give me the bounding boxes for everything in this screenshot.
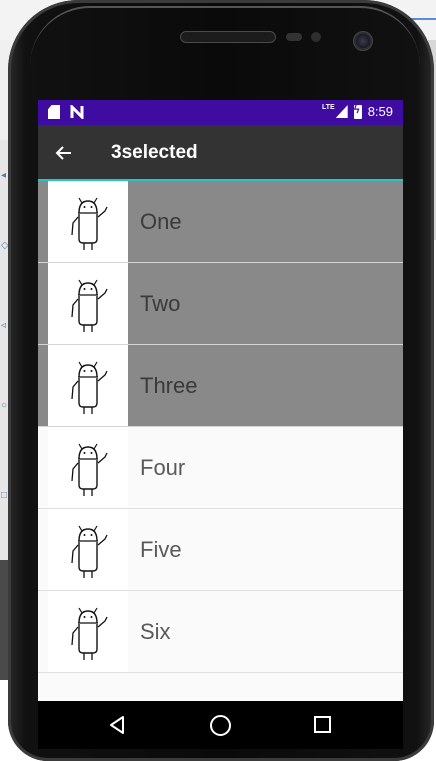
status-bar: LTE 8:59: [38, 100, 403, 125]
toolbar-glyph-icon: ○: [1, 400, 8, 411]
list-item[interactable]: Six: [38, 591, 403, 673]
list-item-label: Four: [140, 455, 186, 480]
list-item[interactable]: Two: [38, 263, 403, 345]
arrow-left-icon: [55, 146, 71, 160]
list-item[interactable]: Five: [38, 509, 403, 591]
android-robot-icon: [71, 525, 108, 578]
status-time: 8:59: [367, 104, 393, 119]
item-thumbnail: [48, 345, 128, 426]
device-screen: LTE 8:59 3selected One: [38, 100, 403, 749]
toolbar-glyph-icon: ◃: [1, 320, 7, 331]
list-item[interactable]: Three: [38, 345, 403, 427]
item-thumbnail: [48, 263, 128, 344]
sd-card-icon: [48, 105, 60, 119]
back-button[interactable]: [52, 141, 76, 165]
signal-icon: [335, 105, 348, 118]
list-item-label: Five: [140, 537, 182, 562]
n-notification-icon: [70, 105, 84, 119]
recents-square-icon[interactable]: [314, 716, 331, 733]
list-item-label: Two: [140, 291, 181, 316]
battery-charging-icon: [353, 104, 362, 119]
light-sensor: [311, 32, 321, 42]
toolbar-glyph-icon: ◂: [1, 170, 7, 181]
home-circle-icon[interactable]: [210, 715, 231, 736]
list-item[interactable]: One: [38, 181, 403, 263]
android-robot-icon: [71, 361, 108, 414]
toolbar-glyph-icon: □: [1, 490, 8, 501]
item-thumbnail: [48, 427, 128, 508]
action-mode-bar: 3selected: [38, 125, 403, 181]
list-item-label: One: [140, 209, 182, 234]
list-item-label: Six: [140, 619, 171, 644]
system-navigation-bar: [38, 701, 403, 749]
item-thumbnail: [48, 181, 128, 262]
android-robot-icon: [71, 279, 108, 332]
android-robot-icon: [71, 443, 108, 496]
item-thumbnail: [48, 509, 128, 590]
list-item[interactable]: Four: [38, 427, 403, 509]
proximity-sensor: [286, 33, 302, 41]
back-triangle-icon[interactable]: [108, 715, 126, 735]
item-thumbnail: [48, 591, 128, 672]
network-type-label: LTE: [321, 104, 335, 111]
selection-count-title: 3selected: [111, 142, 198, 163]
android-robot-icon: [71, 197, 108, 250]
earpiece-speaker: [180, 31, 276, 43]
front-camera-icon: [353, 31, 373, 51]
android-robot-icon: [71, 607, 108, 660]
item-list: One Two Three Four Five Six: [38, 181, 403, 673]
list-item-label: Three: [140, 373, 198, 398]
